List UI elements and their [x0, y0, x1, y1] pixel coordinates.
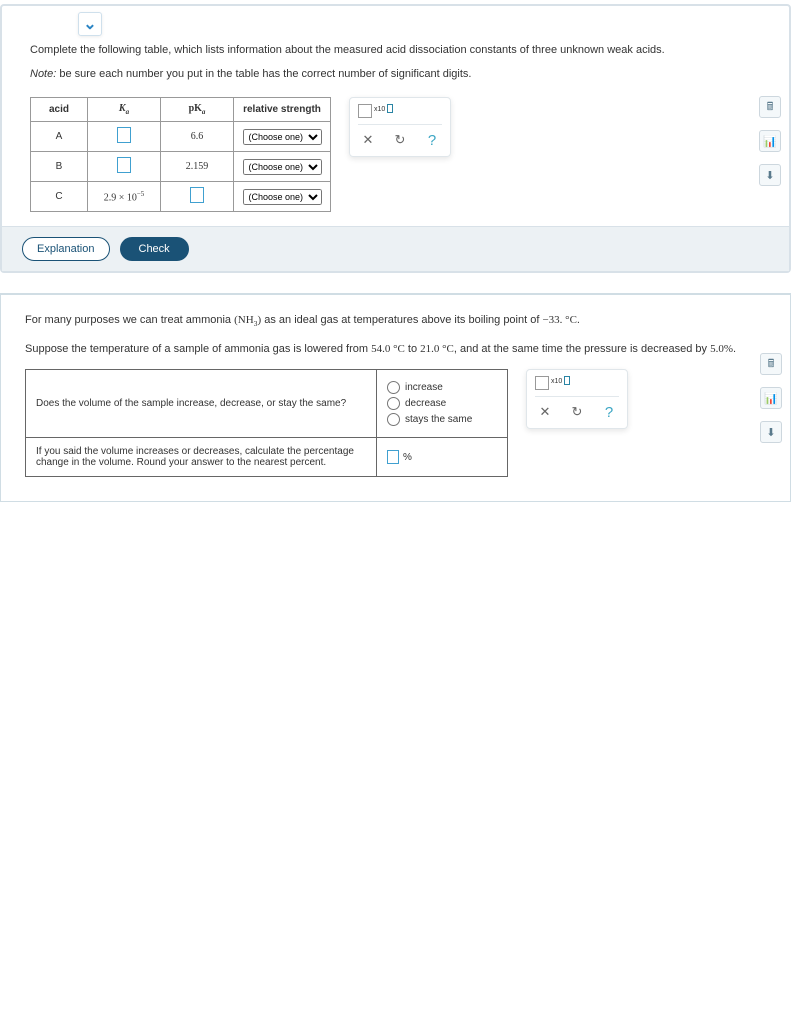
radio-same[interactable]: stays the same — [387, 413, 497, 426]
side-tool-column-2: 🖩 📊 ⬇ — [760, 353, 782, 443]
cell-acid: A — [31, 122, 88, 152]
help-button[interactable]: ? — [422, 130, 442, 150]
download-icon[interactable]: ⬇ — [760, 421, 782, 443]
stats-icon[interactable]: 📊 — [759, 130, 781, 152]
table-row: B 2.159 (Choose one) — [31, 152, 331, 182]
th-pka: pKa — [161, 98, 234, 122]
th-acid: acid — [31, 98, 88, 122]
acid-table: acid Ka pKa relative strength A 6.6 ( — [30, 97, 331, 212]
calculator-icon[interactable]: 🖩 — [759, 96, 781, 118]
relative-strength-select[interactable]: (Choose one) — [243, 159, 322, 175]
th-ka: Ka — [88, 98, 161, 122]
problem2-line2: Suppose the temperature of a sample of a… — [25, 340, 766, 359]
table-row: A 6.6 (Choose one) — [31, 122, 331, 152]
cell-pka: 2.159 — [161, 152, 234, 182]
sci-notation-button[interactable]: x10 — [535, 376, 570, 390]
q2-question1: Does the volume of the sample increase, … — [26, 370, 377, 438]
cell-ka-input[interactable] — [88, 122, 161, 152]
help-button[interactable]: ? — [599, 402, 619, 422]
problem1-footer: Explanation Check — [2, 226, 789, 271]
percent-label: % — [403, 452, 412, 463]
cell-acid: C — [31, 182, 88, 212]
input-toolbar: x10 ✕ ↻ ? — [349, 97, 451, 157]
cell-ka: 2.9 × 10−5 — [88, 182, 161, 212]
explanation-button[interactable]: Explanation — [22, 237, 110, 261]
radio-decrease[interactable]: decrease — [387, 397, 497, 410]
download-icon[interactable]: ⬇ — [759, 164, 781, 186]
input-box[interactable] — [117, 127, 131, 143]
problem2-panel: For many purposes we can treat ammonia (… — [0, 293, 791, 502]
relative-strength-select[interactable]: (Choose one) — [243, 189, 322, 205]
problem1-panel: ⌄ Complete the following table, which li… — [0, 4, 791, 273]
clear-button[interactable]: ✕ — [535, 402, 555, 422]
undo-button[interactable]: ↻ — [567, 402, 587, 422]
cell-pka-input[interactable] — [161, 182, 234, 212]
problem2-line1: For many purposes we can treat ammonia (… — [25, 311, 766, 330]
cell-ka-input[interactable] — [88, 152, 161, 182]
undo-button[interactable]: ↻ — [390, 130, 410, 150]
radio-increase[interactable]: increase — [387, 381, 497, 394]
stats-icon[interactable]: 📊 — [760, 387, 782, 409]
th-rel: relative strength — [234, 98, 331, 122]
cell-pka: 6.6 — [161, 122, 234, 152]
input-box[interactable] — [190, 187, 204, 203]
clear-button[interactable]: ✕ — [358, 130, 378, 150]
percent-input[interactable] — [387, 450, 399, 464]
sci-notation-button[interactable]: x10 — [358, 104, 393, 118]
input-toolbar-2: x10 ✕ ↻ ? — [526, 369, 628, 429]
problem2-table: Does the volume of the sample increase, … — [25, 369, 508, 477]
problem1-prompt: Complete the following table, which list… — [30, 42, 765, 60]
input-box[interactable] — [117, 157, 131, 173]
side-tool-column: 🖩 📊 ⬇ — [759, 96, 781, 186]
problem1-note: Note: be sure each number you put in the… — [30, 66, 765, 84]
q2-question2: If you said the volume increases or decr… — [26, 438, 377, 477]
relative-strength-select[interactable]: (Choose one) — [243, 129, 322, 145]
table-row: C 2.9 × 10−5 (Choose one) — [31, 182, 331, 212]
cell-acid: B — [31, 152, 88, 182]
calculator-icon[interactable]: 🖩 — [760, 353, 782, 375]
check-button[interactable]: Check — [120, 237, 189, 261]
